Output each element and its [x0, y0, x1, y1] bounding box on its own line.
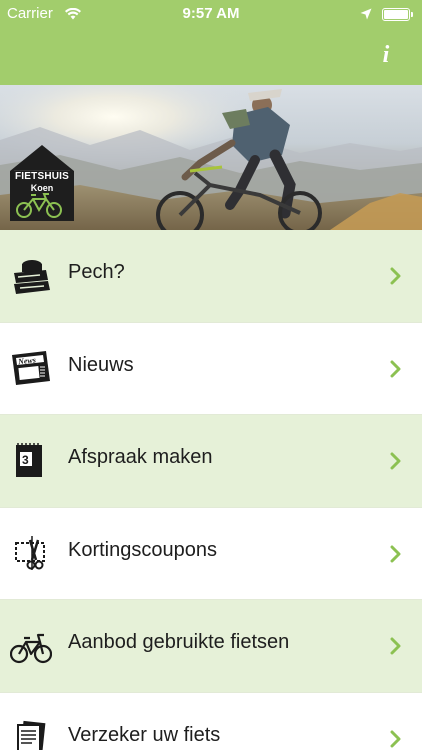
menu-item-label: Aanbod gebruikte fietsen — [68, 631, 290, 653]
chevron-right-icon — [390, 360, 402, 378]
battery-tip — [411, 12, 413, 17]
hero-banner-image: FIETSHUIS Koen — [0, 85, 422, 230]
info-button[interactable]: i — [376, 42, 396, 68]
chevron-right-icon — [390, 730, 402, 748]
battery-icon — [382, 8, 410, 21]
menu-item-label: Verzeker uw fiets — [68, 723, 221, 746]
app-screen: Carrier 9:57 AM i FIETSHUIS Koen Pech? N… — [0, 0, 422, 750]
menu-item-label: Pech? — [68, 261, 125, 283]
svg-text:3: 3 — [22, 453, 29, 467]
menu-item-aanbod-gebruikte-fietsen[interactable]: Aanbod gebruikte fietsen — [0, 600, 422, 693]
chevron-right-icon — [390, 545, 402, 563]
menu-item-nieuws[interactable]: News Nieuws — [0, 322, 422, 415]
calendar-icon: 3 — [10, 441, 52, 481]
bicycle-icon — [9, 626, 53, 666]
menu-item-kortingscoupons[interactable]: Kortingscoupons — [0, 507, 422, 600]
logo-title: FIETSHUIS — [14, 171, 70, 182]
location-arrow-icon — [360, 7, 372, 24]
fietshuis-koen-logo: FIETSHUIS Koen — [8, 143, 76, 223]
newspaper-icon: News — [10, 349, 52, 389]
menu-item-label: Afspraak maken — [68, 446, 213, 468]
scissors-coupon-icon — [10, 534, 52, 574]
status-bar: Carrier 9:57 AM — [0, 0, 422, 28]
chevron-right-icon — [390, 452, 402, 470]
documents-icon — [10, 719, 52, 750]
repair-kit-icon — [10, 256, 52, 296]
logo-subtitle: Koen — [30, 183, 54, 193]
menu-item-pech[interactable]: Pech? — [0, 230, 422, 323]
clock: 9:57 AM — [182, 5, 240, 22]
menu-item-verzeker-uw-fiets[interactable]: Verzeker uw fiets — [0, 692, 422, 750]
menu-item-label: Nieuws — [68, 353, 134, 376]
menu-item-label: Kortingscoupons — [68, 538, 217, 561]
chevron-right-icon — [390, 267, 402, 285]
menu-item-afspraak-maken[interactable]: 3 Afspraak maken — [0, 415, 422, 508]
navigation-bar: Carrier 9:57 AM i — [0, 0, 422, 85]
chevron-right-icon — [390, 637, 402, 655]
main-menu-list: Pech? News Nieuws 3 Afspraak maken Korti… — [0, 230, 422, 750]
